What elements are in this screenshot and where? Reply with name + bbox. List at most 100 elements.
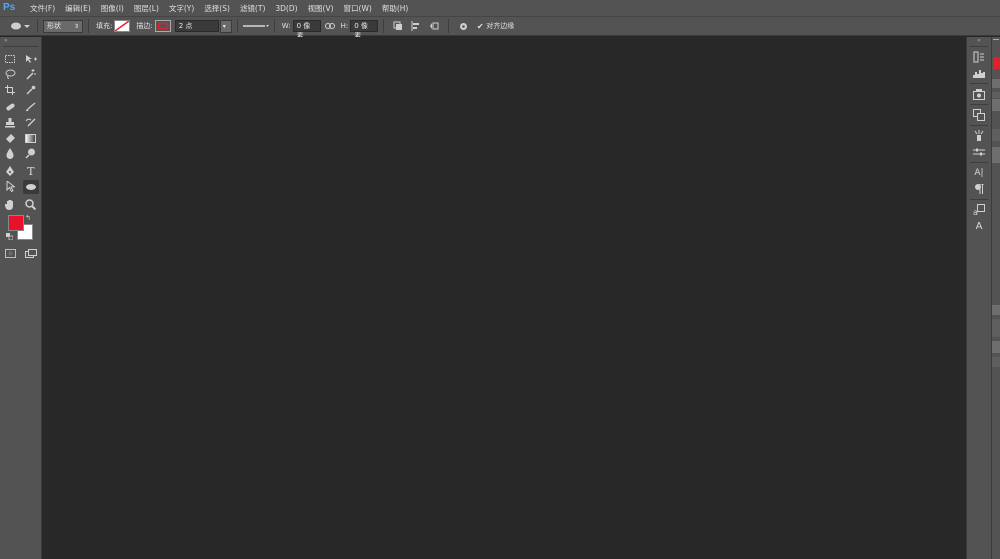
crop-icon[interactable] (2, 83, 18, 97)
panel-collapse-grip[interactable]: « (967, 37, 991, 44)
link-icon[interactable] (324, 20, 336, 32)
app-logo[interactable]: Ps (3, 1, 19, 15)
width-input[interactable]: 0 像素 (292, 20, 321, 40)
stroke-width-input[interactable]: 2 点 (174, 20, 219, 32)
brush-icon[interactable] (23, 100, 39, 114)
menu-image[interactable]: 图像(I) (96, 3, 129, 14)
eraser-icon[interactable] (2, 131, 18, 145)
tool-row (0, 82, 41, 98)
panel-tab[interactable] (992, 79, 1000, 88)
path-ops-glyph (393, 21, 403, 30)
menu-view[interactable]: 视图(V) (303, 3, 339, 14)
separator (970, 125, 988, 126)
stroke-type-select[interactable] (242, 21, 269, 31)
panel-tab[interactable] (992, 129, 1000, 141)
lasso-icon[interactable] (2, 67, 18, 81)
histogram-icon[interactable] (971, 66, 987, 80)
gear-icon[interactable] (457, 20, 469, 32)
path-align-glyph (411, 21, 420, 31)
para-styles-glyph: A (975, 220, 983, 232)
panel-tab[interactable] (992, 147, 1000, 163)
height-input[interactable]: 0 像素 (350, 20, 379, 40)
foreground-color-swatch[interactable] (8, 215, 24, 231)
mode-select[interactable]: 形状 ⇕ (43, 19, 83, 33)
clone-stamp-icon[interactable] (2, 116, 18, 130)
checkmark-icon: ✔ (476, 21, 484, 31)
menu-filter[interactable]: 滤镜(T) (235, 3, 270, 14)
tools-header (3, 43, 38, 47)
panel-tab[interactable] (992, 92, 1000, 98)
quick-mask-icon[interactable] (2, 247, 18, 261)
tool-row (0, 115, 41, 131)
rect-marquee-icon[interactable] (2, 52, 18, 66)
paragraph-icon[interactable] (971, 182, 987, 196)
tool-row (0, 246, 41, 262)
brush-presets-icon[interactable] (971, 129, 987, 143)
color-panel-tab-icon[interactable] (993, 57, 1000, 69)
color-swatches: ↰ (0, 214, 41, 244)
menu-bar: Ps 文件(F) 编辑(E) 图像(I) 图层(L) 文字(Y) 选择(S) 滤… (0, 0, 1000, 16)
tool-preset-picker[interactable] (8, 19, 32, 33)
width-label: W: (281, 22, 291, 30)
separator (970, 199, 988, 200)
panel-tab[interactable] (992, 305, 1000, 315)
stroke-width-dropdown[interactable]: ▾ (219, 19, 232, 33)
menu-file[interactable]: 文件(F) (25, 3, 60, 14)
collapse-icon: » (4, 37, 8, 44)
navigator-icon[interactable] (971, 87, 987, 101)
stroke-label: 描边: (136, 22, 153, 30)
menu-type[interactable]: 文字(Y) (164, 3, 199, 14)
tool-row (0, 51, 41, 67)
swap-colors-icon[interactable]: ↰ (25, 214, 31, 222)
dodge-icon[interactable] (23, 147, 39, 161)
history-icon[interactable] (971, 50, 987, 64)
hand-icon[interactable] (2, 197, 18, 211)
tool-row (0, 67, 41, 83)
separator (383, 19, 385, 33)
character-glyph: A| (974, 168, 984, 178)
char-styles-icon[interactable]: a (971, 203, 987, 217)
menu-layer[interactable]: 图层(L) (129, 3, 164, 14)
menu-select[interactable]: 选择(S) (199, 3, 235, 14)
panel-tab[interactable] (992, 357, 1000, 367)
adjustments-icon[interactable] (971, 145, 987, 159)
spot-healing-icon[interactable] (2, 100, 18, 114)
screen-mode-icon[interactable] (23, 247, 39, 261)
eyedropper-icon[interactable] (23, 83, 39, 97)
document-canvas-area[interactable] (42, 37, 966, 559)
type-icon[interactable]: T (23, 164, 39, 178)
menu-window[interactable]: 窗口(W) (339, 3, 377, 14)
tool-row (0, 100, 41, 116)
align-edges-checkbox[interactable]: ✔ (476, 21, 484, 31)
path-arrangement-icon[interactable] (428, 20, 440, 32)
fill-swatch[interactable] (114, 20, 131, 32)
default-colors-icon[interactable] (6, 233, 14, 242)
layer-comps-icon[interactable] (971, 108, 987, 122)
separator (236, 19, 238, 33)
separator (273, 19, 275, 33)
ellipse-icon[interactable] (22, 179, 39, 194)
panel-dock: « A| a A (966, 37, 992, 559)
type-tool-glyph: T (27, 164, 35, 178)
para-styles-icon[interactable]: A (971, 219, 987, 233)
stroke-swatch[interactable] (154, 20, 171, 32)
path-selection-icon[interactable] (2, 180, 18, 194)
panel-tab[interactable] (992, 341, 1000, 353)
menu-3d[interactable]: 3D(D) (270, 4, 302, 13)
history-brush-icon[interactable] (23, 116, 39, 130)
gradient-icon[interactable] (23, 131, 39, 145)
blur-icon[interactable] (2, 147, 18, 161)
path-alignment-icon[interactable] (410, 20, 422, 32)
character-icon[interactable]: A| (971, 166, 987, 180)
menu-help[interactable]: 帮助(H) (377, 3, 414, 14)
magic-wand-icon[interactable] (23, 67, 39, 81)
options-bar: 形状 ⇕ 填充: 描边: 2 点 ▾ W: 0 像素 H: 0 像素 ✔ 对齐边… (0, 16, 1000, 40)
move-icon[interactable] (23, 52, 39, 66)
panel-tab[interactable] (992, 319, 1000, 337)
separator (970, 46, 988, 47)
zoom-icon[interactable] (23, 197, 39, 211)
pen-icon[interactable] (2, 164, 18, 178)
path-operations-icon[interactable] (392, 20, 404, 32)
panel-tab[interactable] (992, 99, 1000, 111)
menu-edit[interactable]: 编辑(E) (60, 3, 96, 14)
